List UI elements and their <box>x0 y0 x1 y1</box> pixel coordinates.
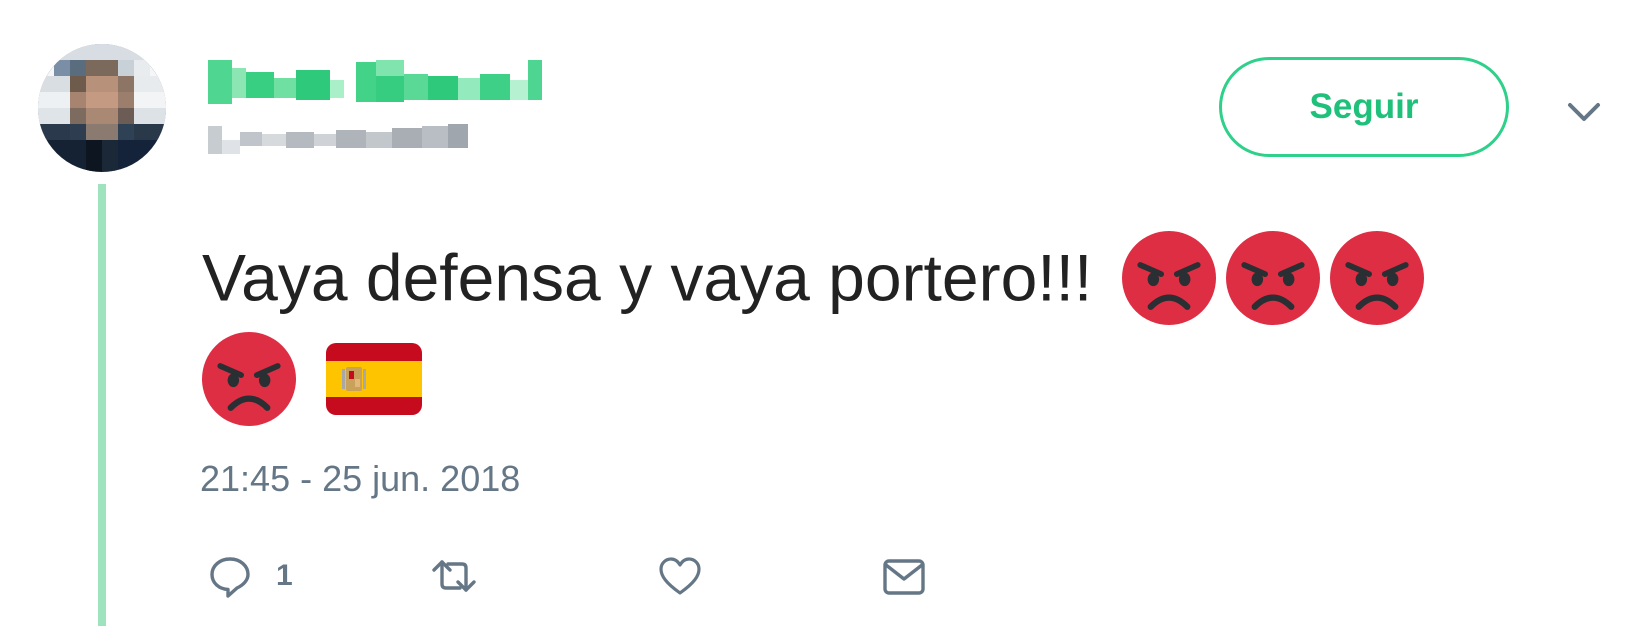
spain-flag-icon <box>326 342 422 416</box>
tweet-text: Vaya defensa y vaya portero!!! <box>202 224 1602 427</box>
avatar[interactable] <box>38 44 166 172</box>
angry-face-icon <box>1226 230 1321 325</box>
tweet-card: Seguir Vaya defensa y vaya portero!!! 21… <box>0 0 1630 626</box>
tweet-text-content: Vaya defensa y vaya portero!!! <box>202 240 1093 315</box>
reply-button[interactable]: 1 <box>206 550 293 602</box>
direct-message-button[interactable] <box>880 550 928 602</box>
thread-line <box>98 184 106 626</box>
author-name[interactable] <box>208 60 546 104</box>
angry-face-icon <box>1330 230 1425 325</box>
author-handle <box>208 122 474 156</box>
reply-count: 1 <box>276 559 293 592</box>
reply-icon <box>210 557 250 598</box>
follow-button[interactable]: Seguir <box>1219 57 1509 157</box>
envelope-icon <box>883 559 925 595</box>
chevron-down-icon[interactable] <box>1564 92 1604 132</box>
retweet-icon <box>432 560 476 592</box>
retweet-button[interactable] <box>430 550 478 602</box>
angry-face-icon <box>202 332 296 427</box>
angry-face-icon <box>1122 230 1217 325</box>
heart-icon <box>659 557 701 595</box>
like-button[interactable] <box>656 550 704 602</box>
tweet-timestamp[interactable]: 21:45 - 25 jun. 2018 <box>200 458 520 500</box>
